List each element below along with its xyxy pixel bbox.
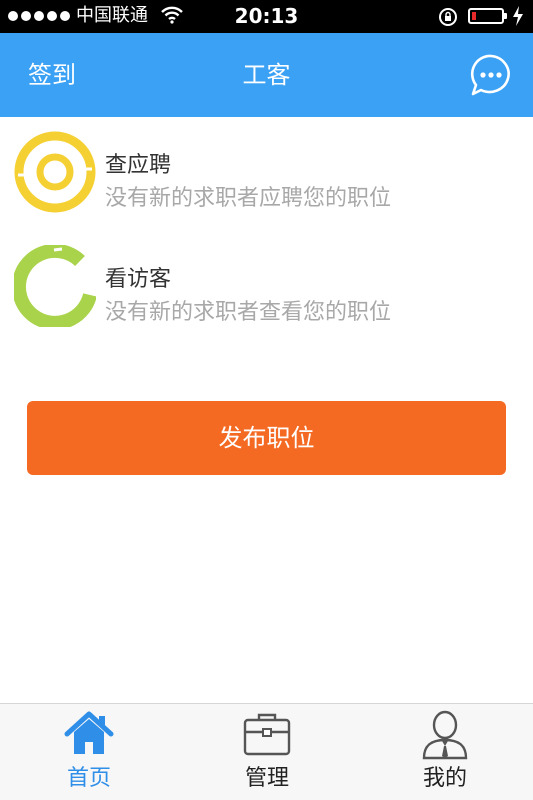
green-arc-icon <box>14 245 96 327</box>
charging-bolt-icon <box>513 6 523 26</box>
tab-label: 首页 <box>66 766 111 791</box>
battery-level <box>472 12 476 20</box>
tab-label: 我的 <box>422 766 467 791</box>
status-bar: 中国联通 20:13 <box>0 0 533 33</box>
list-item-subtitle: 没有新的求职者应聘您的职位 <box>105 186 392 211</box>
list-item-visitors[interactable]: 看访客 没有新的求职者查看您的职位 <box>0 231 533 341</box>
tab-bar: 首页 管理 我的 <box>0 703 533 800</box>
chat-bubble-icon[interactable] <box>469 53 513 97</box>
publish-job-button[interactable]: 发布职位 <box>27 401 506 475</box>
rotation-lock-icon <box>439 8 457 26</box>
briefcase-icon <box>243 713 291 756</box>
home-icon <box>64 711 114 754</box>
navigation-bar: 签到 工客 <box>0 33 533 117</box>
list-item-title: 查应聘 <box>105 153 172 178</box>
person-icon <box>422 710 468 760</box>
tab-mine[interactable]: 我的 <box>356 704 533 800</box>
list-item-title: 看访客 <box>105 267 172 292</box>
tab-manage[interactable]: 管理 <box>178 704 356 800</box>
tab-label: 管理 <box>244 766 289 791</box>
page-title: 工客 <box>242 61 291 89</box>
battery-icon <box>468 8 507 24</box>
tab-home[interactable]: 首页 <box>0 704 178 800</box>
yellow-ring-icon <box>14 131 96 213</box>
list-item-subtitle: 没有新的求职者查看您的职位 <box>105 300 392 325</box>
list-item-applications[interactable]: 查应聘 没有新的求职者应聘您的职位 <box>0 117 533 227</box>
